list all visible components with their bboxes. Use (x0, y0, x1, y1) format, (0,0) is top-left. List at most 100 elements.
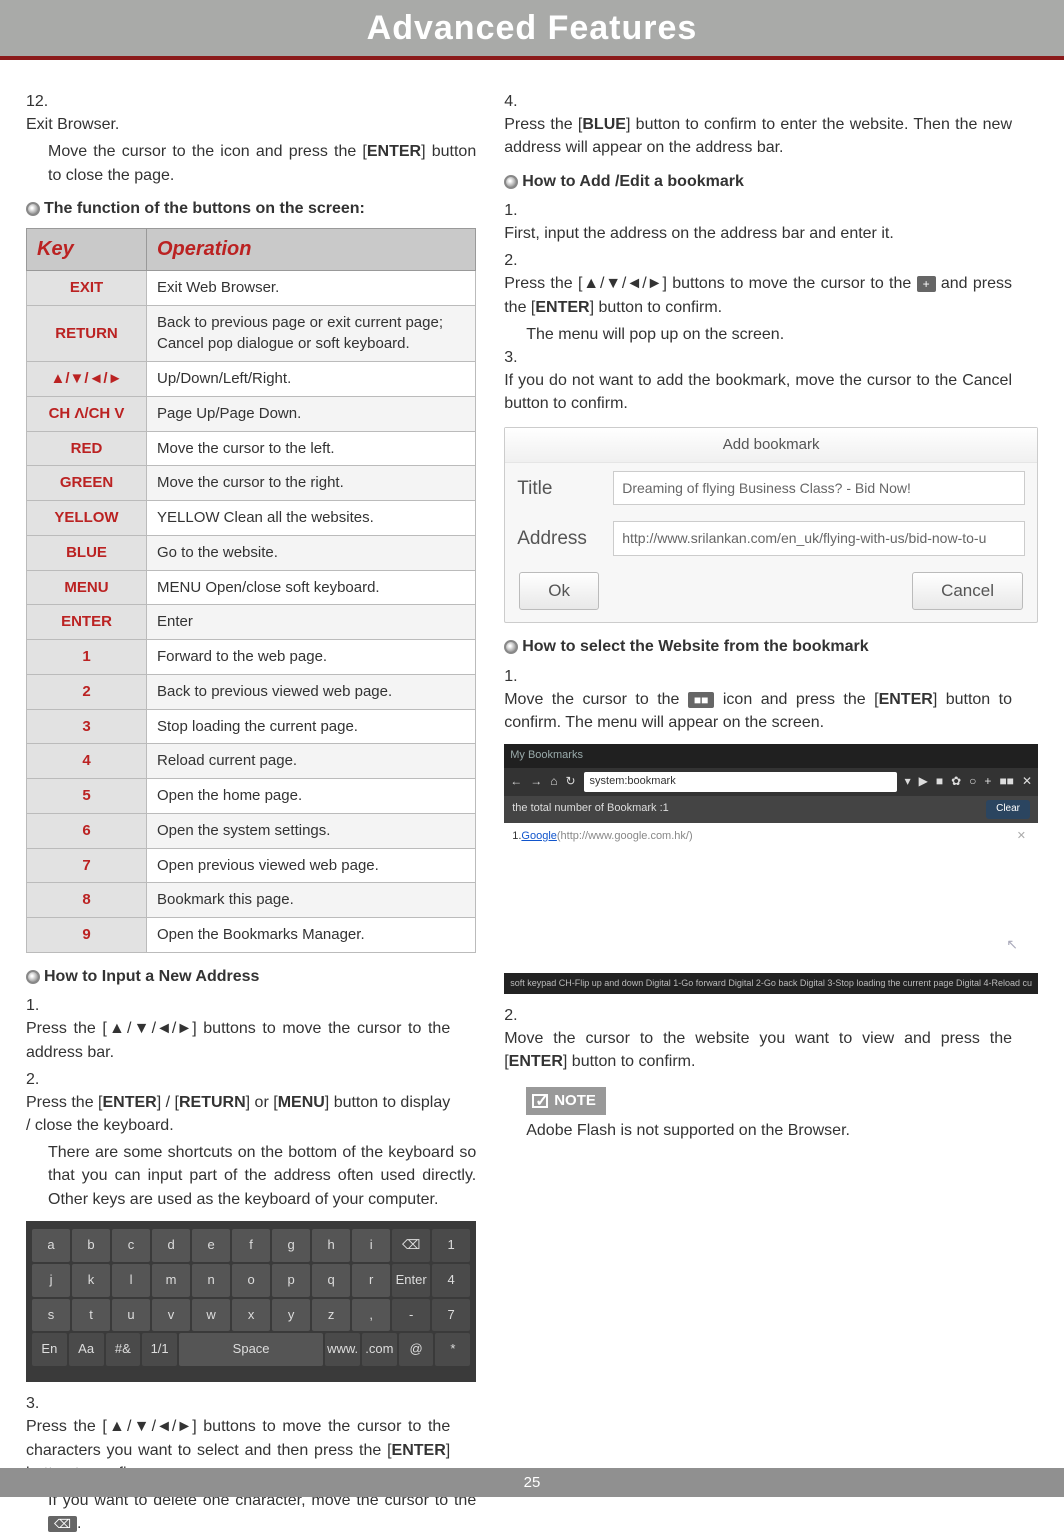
keyboard-key[interactable]: z (312, 1299, 350, 1332)
keyboard-key[interactable]: 1/1 (142, 1333, 177, 1366)
key-cell: 1 (27, 640, 147, 675)
plus-icon: + (917, 276, 936, 292)
go-icon[interactable]: ▶ (919, 773, 928, 790)
key-cell: RED (27, 431, 147, 466)
keyboard-key[interactable]: En (32, 1333, 67, 1366)
content-columns: 12. Exit Browser. Move the cursor to the… (0, 60, 1064, 1535)
key-cell: MENU (27, 570, 147, 605)
keyboard-key[interactable]: j (32, 1264, 70, 1297)
label-title: Title (517, 475, 601, 503)
operation-cell: Open the system settings. (147, 813, 476, 848)
keyboard-key[interactable]: h (312, 1229, 350, 1262)
keyboard-key[interactable]: o (232, 1264, 270, 1297)
gear-icon[interactable]: ✿ (951, 773, 961, 790)
keyboard-key[interactable]: * (435, 1333, 470, 1366)
keyboard-key[interactable]: v (152, 1299, 190, 1332)
add-bookmark-dialog: Add bookmark Title Dreaming of flying Bu… (504, 427, 1038, 623)
keyboard-key[interactable]: p (272, 1264, 310, 1297)
table-row: GREENMove the cursor to the right. (27, 466, 476, 501)
cancel-button[interactable]: Cancel (912, 572, 1023, 611)
keyboard-key[interactable]: a (32, 1229, 70, 1262)
key-cell: 7 (27, 848, 147, 883)
forward-icon[interactable]: → (530, 773, 542, 790)
list-item[interactable]: 1.Google(http://www.google.com.hk/) (512, 830, 692, 842)
keyboard-key[interactable]: l (112, 1264, 150, 1297)
input-step-1: 1. Press the [▲/▼/◄/►] buttons to move t… (26, 994, 476, 1064)
keyboard-key[interactable]: x (232, 1299, 270, 1332)
stop-icon[interactable]: ■ (936, 773, 943, 790)
table-row: REDMove the cursor to the left. (27, 431, 476, 466)
operation-cell: Open previous viewed web page. (147, 848, 476, 883)
keyboard-key[interactable]: Space (179, 1333, 323, 1366)
bookmark-toolbar-icon[interactable]: ■■ (999, 773, 1014, 790)
backspace-icon: ⌫ (48, 1516, 77, 1532)
field-title[interactable]: Dreaming of flying Business Class? - Bid… (613, 471, 1025, 505)
note-body: Adobe Flash is not supported on the Brow… (526, 1119, 1038, 1142)
table-row: BLUEGo to the website. (27, 535, 476, 570)
keyboard-key[interactable]: n (192, 1264, 230, 1297)
operation-cell: Move the cursor to the right. (147, 466, 476, 501)
keyboard-key[interactable]: 1 (432, 1229, 470, 1262)
circle-icon[interactable]: ○ (969, 773, 976, 790)
keyboard-key[interactable]: Aa (69, 1333, 104, 1366)
operation-cell: Go to the website. (147, 535, 476, 570)
close-icon[interactable]: ✕ (1022, 773, 1032, 790)
table-row: 3Stop loading the current page. (27, 709, 476, 744)
url-bar[interactable]: system:bookmark (584, 772, 897, 792)
keyboard-key[interactable]: e (192, 1229, 230, 1262)
field-address[interactable]: http://www.srilankan.com/en_uk/flying-wi… (613, 521, 1025, 555)
keyboard-key[interactable]: s (32, 1299, 70, 1332)
keyboard-key[interactable]: Enter (392, 1264, 430, 1297)
keyboard-key[interactable]: t (72, 1299, 110, 1332)
delete-icon[interactable]: ✕ (1017, 829, 1026, 845)
ok-button[interactable]: Ok (519, 572, 599, 611)
th-key: Key (27, 228, 147, 270)
home-icon[interactable]: ⌂ (550, 773, 557, 790)
keyboard-key[interactable]: c (112, 1229, 150, 1262)
keyboard-key[interactable]: w (192, 1299, 230, 1332)
keyboard-key[interactable]: , (352, 1299, 390, 1332)
keyboard-key[interactable]: r (352, 1264, 390, 1297)
section-button-functions: The function of the buttons on the scree… (26, 197, 476, 220)
keyboard-key[interactable]: f (232, 1229, 270, 1262)
key-cell: EXIT (27, 270, 147, 305)
keyboard-key[interactable]: www. (325, 1333, 360, 1366)
key-cell: 4 (27, 744, 147, 779)
add-step-2: 2. Press the [▲/▼/◄/►] buttons to move t… (504, 249, 1038, 319)
keyboard-key[interactable]: u (112, 1299, 150, 1332)
keyboard-key[interactable]: 7 (432, 1299, 470, 1332)
add-step-2b: The menu will pop up on the screen. (526, 323, 1038, 346)
clear-button[interactable]: Clear (986, 800, 1030, 819)
section-add-bookmark: How to Add /Edit a bookmark (504, 170, 1038, 193)
keyboard-key[interactable]: @ (399, 1333, 434, 1366)
key-cell: 2 (27, 674, 147, 709)
header-bar: Advanced Features (0, 0, 1064, 60)
keyboard-key[interactable]: m (152, 1264, 190, 1297)
keyboard-key[interactable]: y (272, 1299, 310, 1332)
keyboard-key[interactable]: #& (106, 1333, 141, 1366)
keyboard-key[interactable]: q (312, 1264, 350, 1297)
plus-toolbar-icon[interactable]: + (984, 773, 991, 790)
check-icon (532, 1094, 548, 1108)
reload-icon[interactable]: ↻ (565, 773, 575, 790)
bookmark-list: 1.Google(http://www.google.com.hk/) ✕ ↖ (504, 823, 1038, 973)
keyboard-key[interactable]: k (72, 1264, 110, 1297)
step-12: 12. Exit Browser. (26, 90, 476, 136)
operation-cell: Forward to the web page. (147, 640, 476, 675)
note-badge: NOTE (526, 1087, 606, 1115)
input-step-4: 4. Press the [BLUE] button to confirm to… (504, 90, 1038, 160)
keyboard-key[interactable]: 4 (432, 1264, 470, 1297)
keyboard-key[interactable]: - (392, 1299, 430, 1332)
dropdown-icon[interactable]: ▾ (905, 773, 911, 790)
add-step-3: 3. If you do not want to add the bookmar… (504, 346, 1038, 416)
keyboard-key[interactable]: .com (362, 1333, 397, 1366)
table-row: 9Open the Bookmarks Manager. (27, 918, 476, 953)
keyboard-key[interactable]: d (152, 1229, 190, 1262)
keyboard-key[interactable]: ⌫ (392, 1229, 430, 1262)
keyboard-key[interactable]: b (72, 1229, 110, 1262)
operation-cell: Page Up/Page Down. (147, 396, 476, 431)
keyboard-key[interactable]: i (352, 1229, 390, 1262)
keyboard-key[interactable]: g (272, 1229, 310, 1262)
back-icon[interactable]: ← (510, 773, 522, 790)
operation-cell: Move the cursor to the left. (147, 431, 476, 466)
